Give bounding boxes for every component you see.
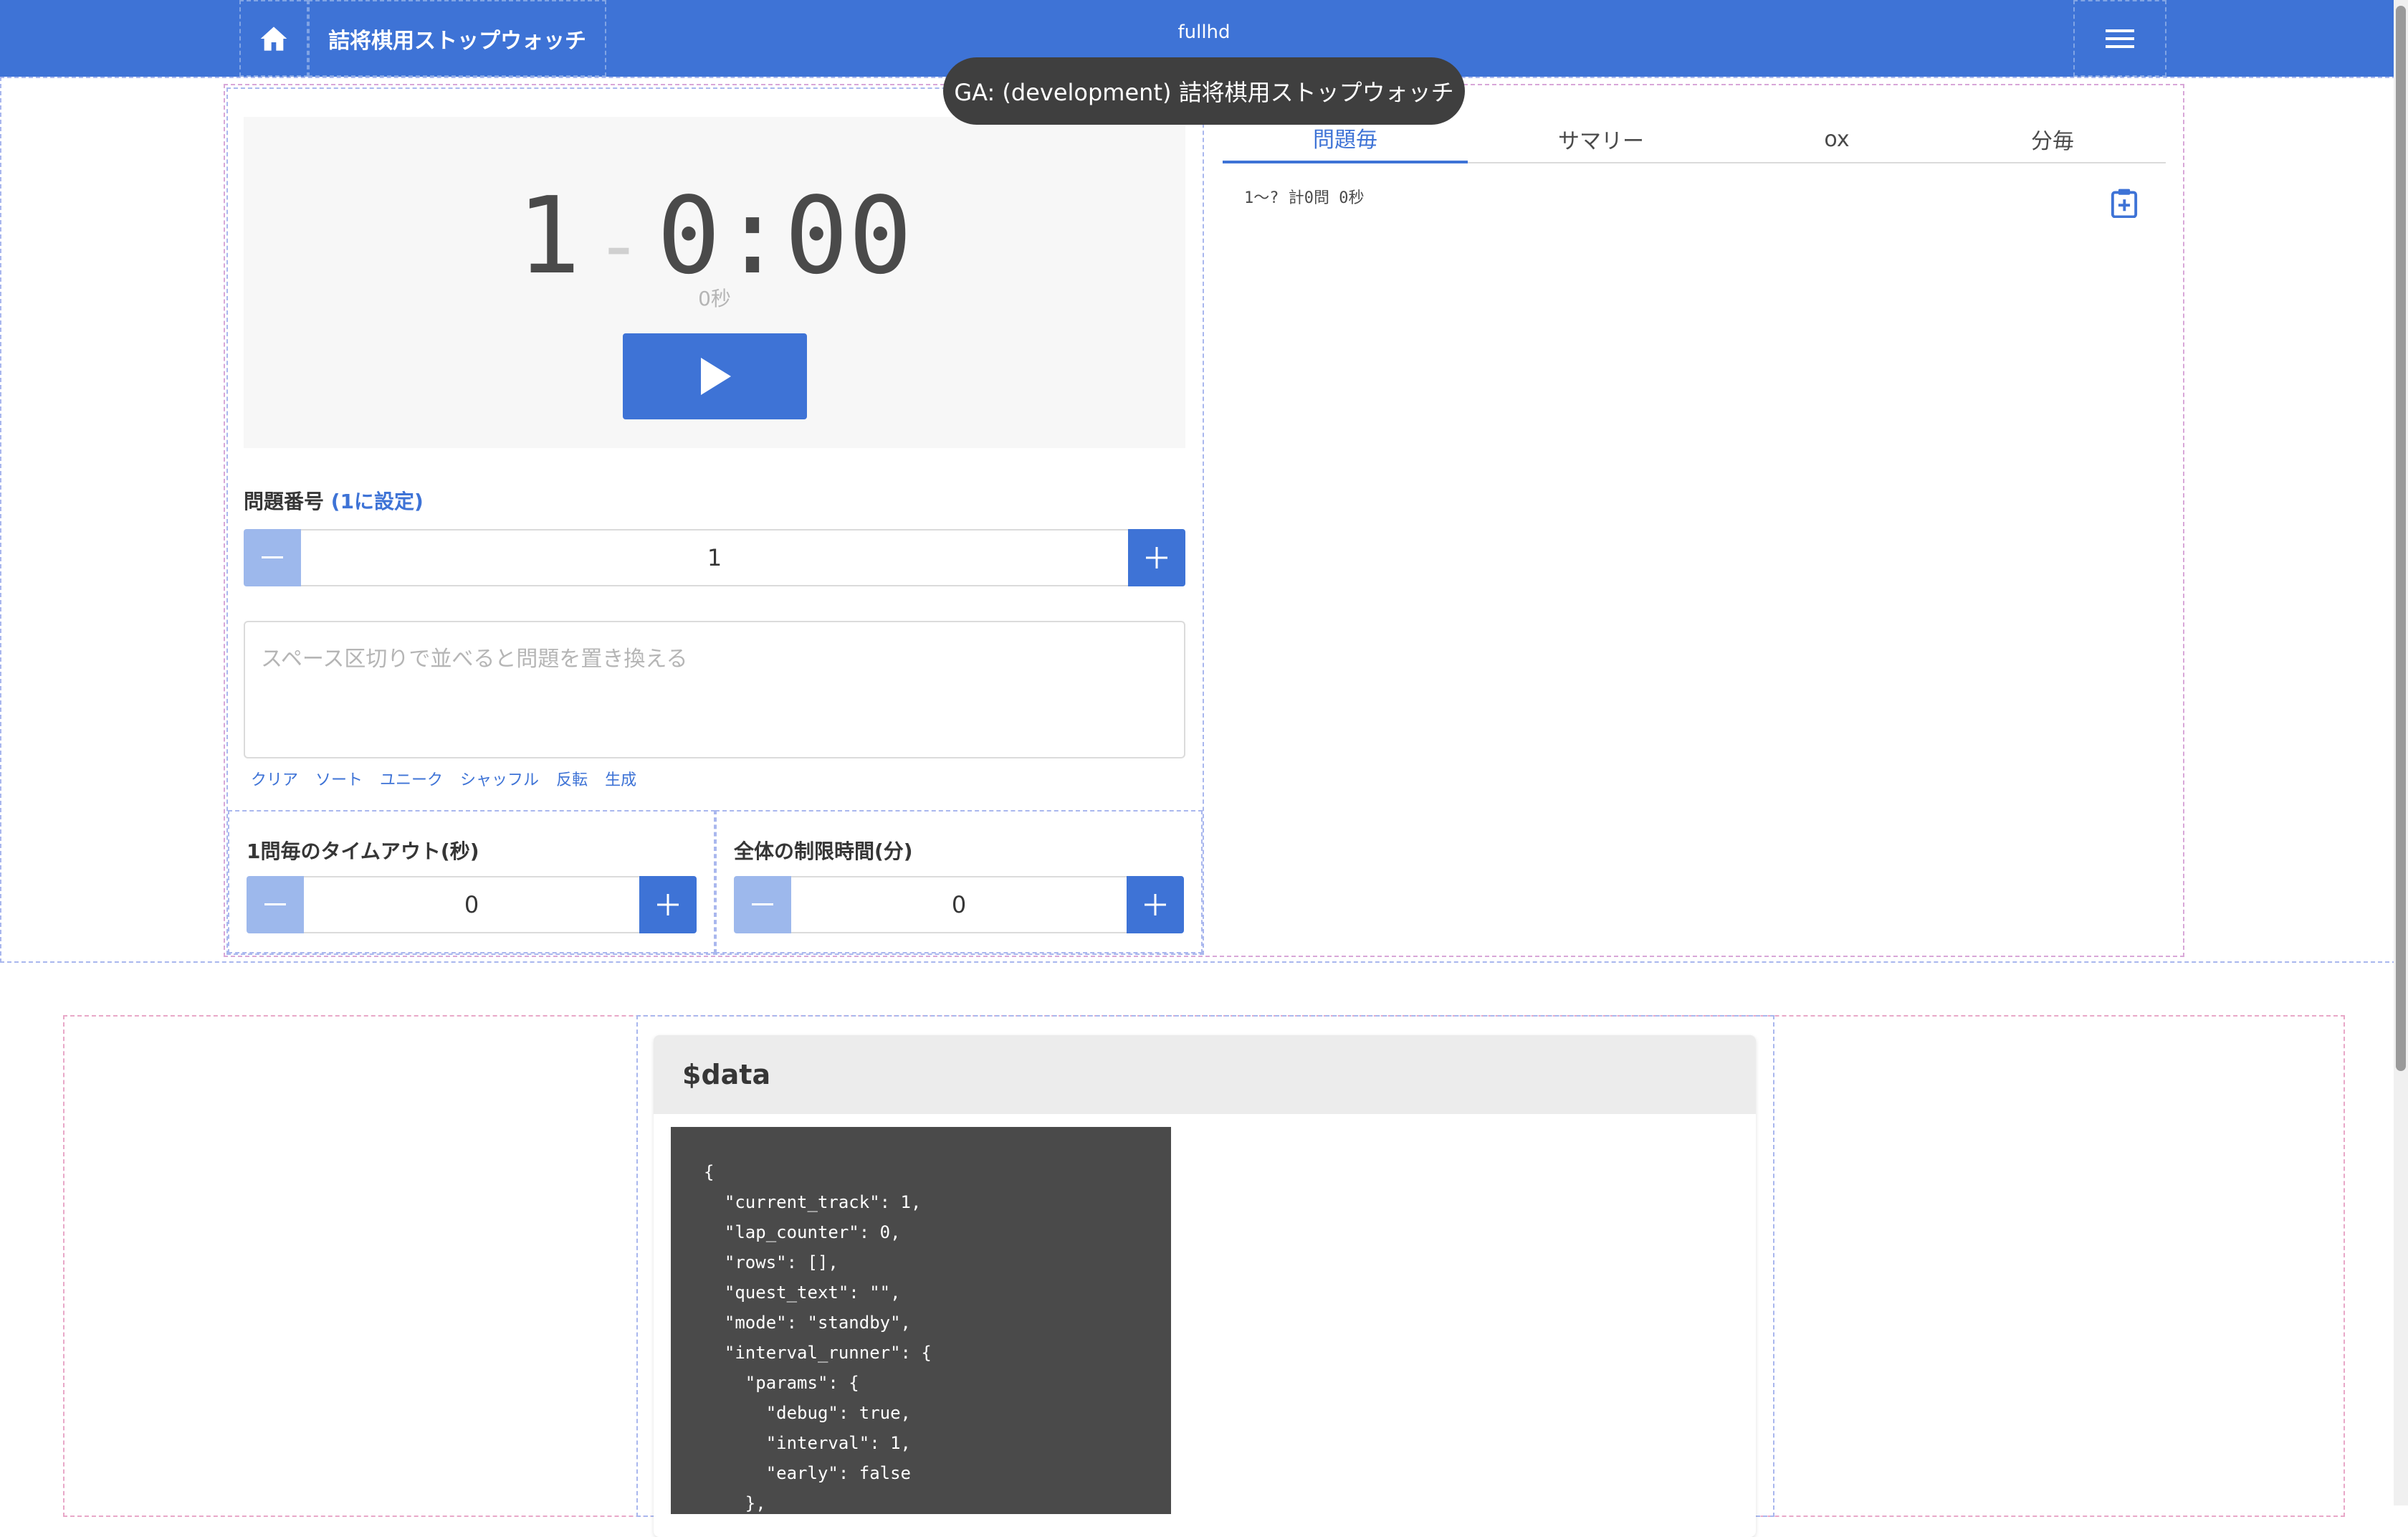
timeout-decrement-button[interactable] (247, 876, 304, 933)
limit-input[interactable]: 0 (791, 876, 1127, 933)
app-title: 詰将棋用ストップウォッチ (328, 28, 586, 54)
minus-icon (262, 556, 283, 558)
minus-icon (264, 903, 286, 905)
plus-icon (657, 894, 679, 915)
question-stepper: 1 (244, 529, 1185, 586)
clipboard-plus-icon (2111, 189, 2138, 219)
data-card-title: $data (654, 1035, 1756, 1114)
toast-notification: GA: (development) 詰将棋用ストップウォッチ (943, 57, 1465, 125)
reset-to-one-link[interactable]: (1に設定) (331, 490, 424, 513)
env-label: fullhd (1177, 22, 1231, 43)
reverse-link[interactable]: 反転 (556, 767, 588, 790)
question-number-input[interactable]: 1 (301, 529, 1128, 586)
quest-text-input[interactable]: スペース区切りで並べると問題を置き換える (244, 621, 1185, 758)
generate-link[interactable]: 生成 (605, 767, 636, 790)
summary-text: 1〜? 計0問 0秒 (1244, 189, 1365, 207)
right-column (1204, 87, 2182, 955)
tab-summary[interactable]: サマリー (1468, 115, 1734, 163)
question-decrement-button[interactable] (244, 529, 301, 586)
timer-separator: - (595, 199, 643, 291)
app-title-link[interactable]: 詰将棋用ストップウォッチ (308, 0, 606, 77)
timer-card: 1-0:00 0秒 (244, 117, 1185, 448)
limit-decrement-button[interactable] (734, 876, 791, 933)
shuffle-link[interactable]: シャッフル (460, 767, 539, 790)
timeout-stepper: 0 (247, 876, 697, 933)
plus-icon (1146, 547, 1167, 568)
timer-display: 1-0:00 (244, 174, 1185, 298)
quest-actions: クリア ソート ユニーク シャッフル 反転 生成 (251, 767, 636, 790)
unique-link[interactable]: ユニーク (380, 767, 443, 790)
seconds-label: 0秒 (698, 287, 731, 310)
play-icon (700, 358, 731, 395)
question-increment-button[interactable] (1128, 529, 1185, 586)
home-icon (260, 26, 287, 51)
track-number: 1 (517, 174, 581, 298)
timeout-label: 1問毎のタイムアウト(秒) (247, 839, 479, 863)
data-json-code: { "current_track": 1, "lap_counter": 0, … (671, 1127, 1171, 1514)
tab-ox[interactable]: ox (1734, 115, 1939, 163)
question-label-text: 問題番号 (244, 490, 325, 513)
menu-button[interactable] (2073, 0, 2166, 77)
home-button[interactable] (239, 0, 308, 77)
limit-label: 全体の制限時間(分) (734, 839, 913, 863)
clipboard-add-button[interactable] (2110, 188, 2139, 219)
limit-increment-button[interactable] (1127, 876, 1184, 933)
timeout-increment-button[interactable] (639, 876, 697, 933)
nav-brand: 詰将棋用ストップウォッチ (239, 0, 606, 77)
plus-icon (1145, 894, 1166, 915)
elapsed-time: 0:00 (656, 174, 912, 298)
minus-icon (752, 903, 773, 905)
limit-stepper: 0 (734, 876, 1184, 933)
sort-link[interactable]: ソート (315, 767, 363, 790)
hamburger-menu-icon (2106, 29, 2134, 48)
scrollbar-thumb[interactable] (2396, 6, 2406, 1071)
play-button[interactable] (623, 333, 807, 419)
timeout-input[interactable]: 0 (304, 876, 639, 933)
tab-per-minute[interactable]: 分毎 (1939, 115, 2166, 163)
clear-link[interactable]: クリア (251, 767, 298, 790)
question-number-label: 問題番号 (1に設定) (244, 486, 424, 515)
